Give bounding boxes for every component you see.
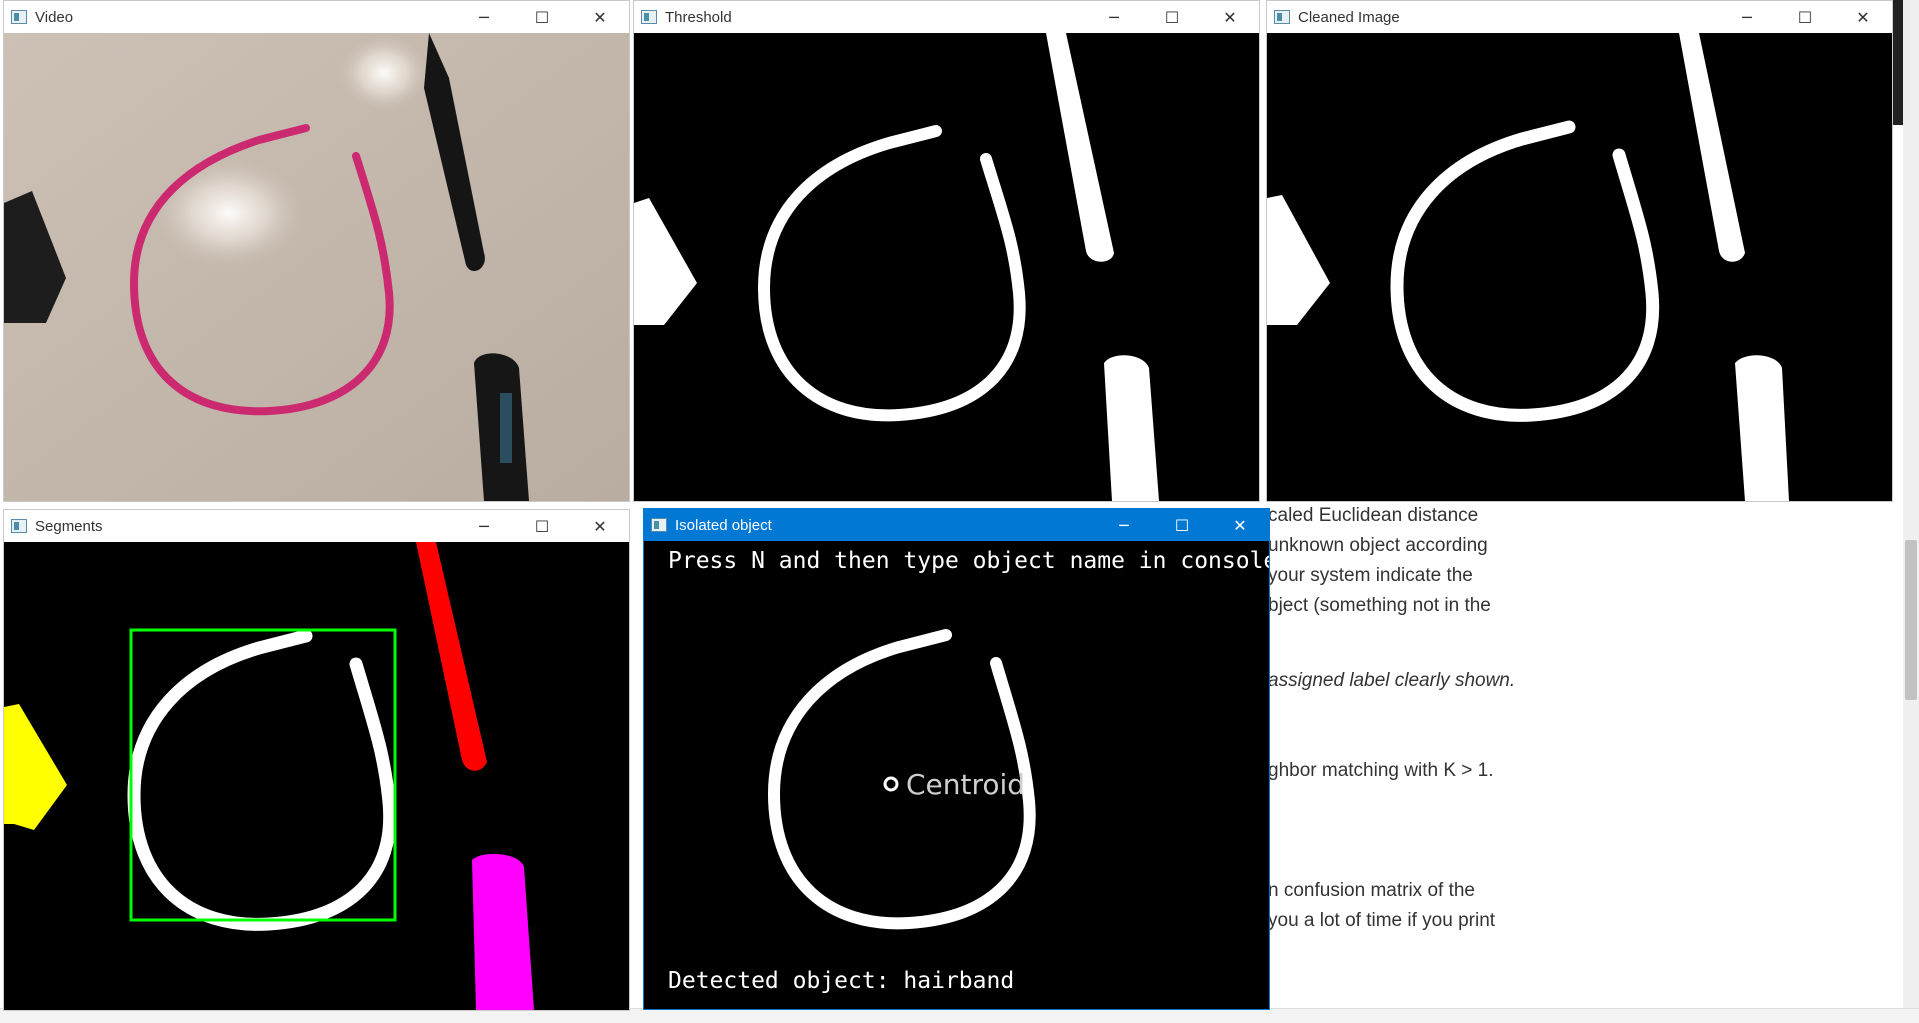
window-title: Cleaned Image bbox=[1298, 8, 1400, 26]
threshold-titlebar[interactable]: Threshold ─ ☐ ✕ bbox=[634, 1, 1259, 33]
app-icon bbox=[11, 10, 27, 24]
hairband-segment bbox=[127, 629, 397, 931]
detected-object-label: Detected object: hairband bbox=[668, 968, 1014, 994]
video-frame bbox=[4, 33, 629, 501]
threshold-window[interactable]: Threshold ─ ☐ ✕ bbox=[633, 0, 1260, 502]
cleaned-titlebar[interactable]: Cleaned Image ─ ☐ ✕ bbox=[1267, 1, 1892, 33]
threshold-frame bbox=[634, 33, 1259, 501]
segments-frame bbox=[4, 542, 629, 1010]
maximize-button[interactable]: ☐ bbox=[513, 510, 571, 542]
app-icon bbox=[1274, 10, 1290, 24]
left-blob-mask bbox=[634, 198, 697, 325]
bottle-mask bbox=[1104, 355, 1159, 501]
yellow-segment bbox=[4, 704, 67, 830]
maximize-button[interactable]: ☐ bbox=[1143, 1, 1201, 33]
left-blob-clean bbox=[1267, 195, 1330, 325]
minimize-button[interactable]: ─ bbox=[1085, 1, 1143, 33]
red-segment bbox=[416, 542, 487, 771]
video-titlebar[interactable]: Video ─ ☐ ✕ bbox=[4, 1, 629, 33]
doc-line-1: caled Euclidean distance bbox=[1268, 505, 1479, 526]
minimize-button[interactable]: ─ bbox=[455, 1, 513, 33]
close-button[interactable]: ✕ bbox=[1834, 1, 1892, 33]
cleaned-frame bbox=[1267, 33, 1892, 501]
magenta-segment bbox=[472, 853, 534, 1010]
comb-mask bbox=[1046, 33, 1114, 262]
segments-window[interactable]: Segments ─ ☐ ✕ bbox=[3, 509, 630, 1011]
glare-spot bbox=[339, 35, 429, 111]
comb-clean bbox=[1679, 33, 1745, 262]
segments-titlebar[interactable]: Segments ─ ☐ ✕ bbox=[4, 510, 629, 542]
document-scroll-thumb[interactable] bbox=[1905, 540, 1917, 700]
app-icon bbox=[651, 518, 667, 532]
glare-spot bbox=[154, 158, 304, 268]
hairband-mask bbox=[757, 125, 1026, 422]
doc-line-8: you a lot of time if you print bbox=[1268, 910, 1496, 931]
close-button[interactable]: ✕ bbox=[1211, 509, 1269, 541]
close-button[interactable]: ✕ bbox=[571, 510, 629, 542]
instruction-prompt: Press N and then type object name in con… bbox=[668, 548, 1269, 574]
doc-line-4: bject (something not in the bbox=[1268, 595, 1491, 616]
doc-line-6: ghbor matching with K > 1. bbox=[1268, 760, 1494, 781]
doc-line-3: your system indicate the bbox=[1268, 565, 1473, 586]
app-icon bbox=[641, 10, 657, 24]
centroid-label: Centroid bbox=[906, 768, 1025, 801]
minimize-button[interactable]: ─ bbox=[1718, 1, 1776, 33]
maximize-button[interactable]: ☐ bbox=[513, 1, 571, 33]
document-scrollbar[interactable] bbox=[1903, 0, 1919, 1022]
window-title: Threshold bbox=[665, 8, 732, 26]
minimize-button[interactable]: ─ bbox=[1095, 509, 1153, 541]
doc-line-7: n confusion matrix of the bbox=[1268, 880, 1475, 901]
close-button[interactable]: ✕ bbox=[1201, 1, 1259, 33]
isolated-frame: Press N and then type object name in con… bbox=[644, 541, 1269, 1009]
isolated-titlebar[interactable]: Isolated object ─ ☐ ✕ bbox=[644, 509, 1269, 541]
video-window[interactable]: Video ─ ☐ ✕ bbox=[3, 0, 630, 502]
window-title: Segments bbox=[35, 517, 103, 535]
doc-line-5: assigned label clearly shown. bbox=[1268, 670, 1516, 691]
doc-line-2: unknown object according bbox=[1268, 535, 1488, 556]
centroid-marker bbox=[883, 776, 899, 792]
maximize-button[interactable]: ☐ bbox=[1776, 1, 1834, 33]
window-title: Video bbox=[35, 8, 74, 26]
window-title: Isolated object bbox=[675, 516, 772, 534]
maximize-button[interactable]: ☐ bbox=[1153, 509, 1211, 541]
hairband-clean bbox=[1390, 120, 1660, 422]
close-button[interactable]: ✕ bbox=[571, 1, 629, 33]
bottle-clean bbox=[1735, 355, 1789, 501]
minimize-button[interactable]: ─ bbox=[455, 510, 513, 542]
cleaned-window[interactable]: Cleaned Image ─ ☐ ✕ bbox=[1266, 0, 1893, 502]
app-icon bbox=[11, 519, 27, 533]
isolated-window[interactable]: Isolated object ─ ☐ ✕ Press N and then t… bbox=[643, 508, 1270, 1010]
